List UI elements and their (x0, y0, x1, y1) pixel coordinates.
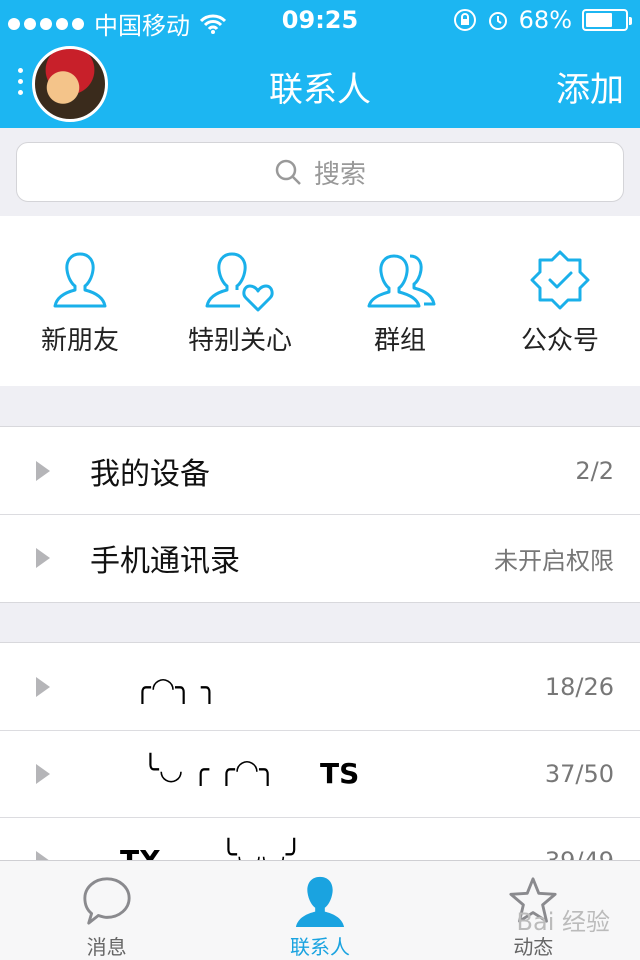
row-count: 18/26 (544, 672, 614, 701)
list-item-group[interactable]: ╰◡ ╭ ╭◠╮ TS 37/50 (0, 730, 640, 817)
row-label: 手机通讯录 (90, 544, 240, 579)
nav-bar: 联系人 添加 (0, 40, 640, 128)
badge-check-icon (530, 250, 590, 310)
message-icon (83, 877, 131, 925)
row-count: 未开启权限 (494, 546, 614, 575)
battery-icon (582, 9, 632, 31)
quick-label: 公众号 (520, 326, 599, 356)
tab-label: 消息 (86, 935, 127, 959)
search-icon (275, 159, 301, 185)
person-heart-icon (205, 252, 274, 312)
expand-arrow-icon (36, 460, 50, 481)
contacts-icon (295, 876, 345, 927)
expand-arrow-icon (36, 764, 50, 784)
expand-arrow-icon (36, 676, 50, 697)
quick-label: 群组 (373, 326, 426, 356)
search-placeholder: 搜索 (313, 159, 366, 190)
row-count: 2/2 (575, 456, 614, 485)
group-name-suffix: TS (320, 757, 360, 790)
quick-label: 新朋友 (40, 326, 119, 356)
tab-messages[interactable]: 消息 (0, 861, 213, 960)
list-item-phone-contacts[interactable]: 手机通讯录 未开启权限 (0, 514, 640, 601)
row-label: 我的设备 (90, 456, 210, 492)
group-name: ╰◡ ╭ ╭◠╮ (142, 753, 277, 786)
expand-arrow-icon (36, 548, 50, 568)
battery-percent: 68% (518, 6, 572, 34)
group-icon (367, 254, 436, 308)
status-bar: 中国移动 09:25 68% (0, 0, 640, 40)
quick-public-accounts[interactable]: 公众号 (480, 216, 640, 386)
quick-label: 特别关心 (187, 326, 292, 356)
quick-special-care[interactable]: 特别关心 (160, 216, 320, 386)
rotation-lock-icon (453, 9, 476, 31)
quick-actions: 新朋友 特别关心 群组 公众号 (0, 216, 640, 386)
search-bar: 搜索 (0, 128, 640, 216)
tab-label: 联系人 (289, 935, 350, 959)
add-button[interactable]: 添加 (556, 62, 624, 111)
quick-new-friends[interactable]: 新朋友 (0, 216, 160, 386)
alarm-icon (488, 12, 507, 30)
watermark: Bai 经验 (516, 908, 610, 936)
page-title: 联系人 (269, 70, 371, 110)
list-item-group[interactable]: ╭◠╮ ╮ 18/26 (0, 643, 640, 730)
system-groups: 我的设备 2/2 手机通讯录 未开启权限 (0, 426, 640, 603)
search-input[interactable]: 搜索 (16, 142, 624, 202)
quick-groups[interactable]: 群组 (320, 216, 480, 386)
person-icon (53, 252, 107, 308)
row-count: 37/50 (544, 760, 614, 788)
tab-contacts[interactable]: 联系人 (213, 861, 426, 960)
list-item-my-devices[interactable]: 我的设备 2/2 (0, 427, 640, 514)
group-name: ╭◠╮ ╮ (134, 671, 218, 704)
